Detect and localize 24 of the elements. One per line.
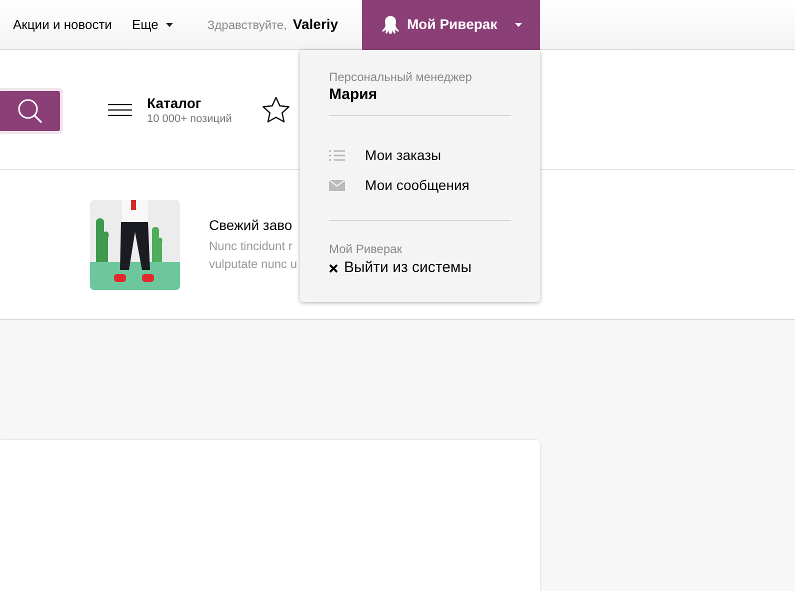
user-name: Valeriy <box>292 15 338 34</box>
octopus-icon <box>382 16 399 34</box>
promo-title: Свежий заво <box>209 216 294 235</box>
section-label: Мой Риверак <box>329 241 404 257</box>
menu-item[interactable]: Мои заказы <box>329 140 511 170</box>
menu-item[interactable]: Мои сообщения <box>329 170 511 200</box>
search-button[interactable] <box>0 90 60 130</box>
manager-label: Персональный менеджер <box>329 69 473 85</box>
search-icon <box>16 98 42 124</box>
caret-icon <box>515 22 522 26</box>
nav-link[interactable]: Акции и новости <box>13 14 112 34</box>
list-icon <box>329 150 345 160</box>
close-icon <box>329 264 338 272</box>
nav-link[interactable]: Еще <box>132 14 174 34</box>
envelope-icon <box>329 180 345 190</box>
menu-icon <box>108 104 132 116</box>
catalog-link[interactable]: Каталог 10 000+ позиций <box>108 94 232 126</box>
account-button[interactable]: Мой Риверак <box>362 0 540 50</box>
caret-icon <box>166 22 174 26</box>
logout-link[interactable]: Выйти из системы <box>329 257 511 279</box>
greeting-text: Здравствуйте, <box>207 16 287 34</box>
promo-text: Nunc tincidunt r vulputate nunc u <box>209 238 298 273</box>
manager-name: Мария <box>329 85 378 105</box>
star-icon[interactable] <box>260 96 291 124</box>
